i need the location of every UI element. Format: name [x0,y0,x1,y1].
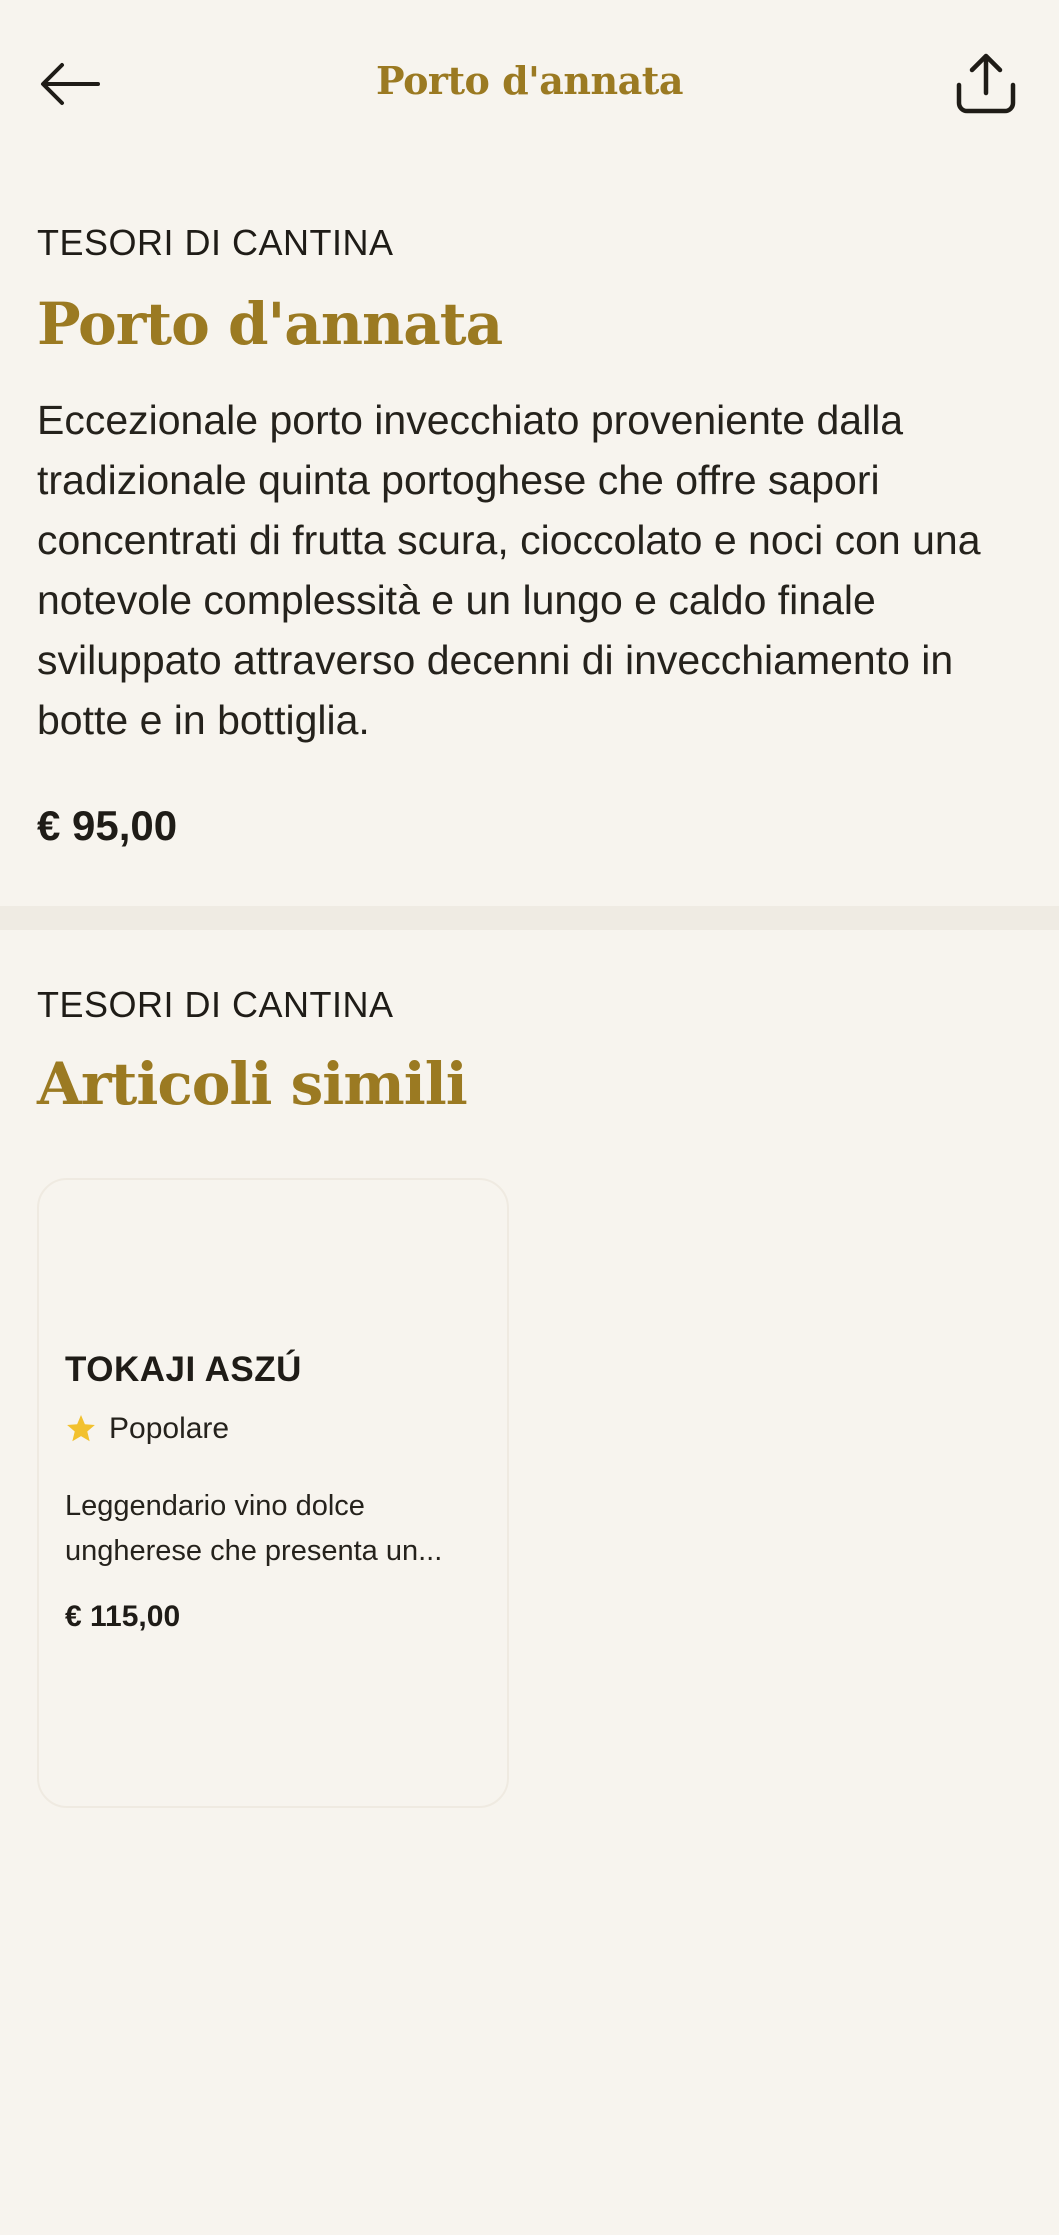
section-divider [0,906,1059,930]
similar-category: TESORI DI CANTINA [37,984,394,1025]
arrow-left-icon [41,63,100,105]
share-icon [956,53,1016,114]
product-name: Porto d'annata [37,290,503,358]
nav-title: Porto d'annata [376,58,683,103]
product-details: TESORI DI CANTINA [37,222,1022,264]
star-icon [67,1415,95,1442]
top-bar: Porto d'annata [0,0,1059,170]
product-price: € 95,00 [37,802,178,849]
similar-title: Articoli simili [37,1050,468,1118]
badge-label: Popolare [109,1412,230,1445]
share-button[interactable] [950,48,1022,120]
similar-item-description: Leggendario vino dolce ungherese che pre… [65,1490,443,1567]
product-category: TESORI DI CANTINA [37,222,394,263]
back-button[interactable] [34,52,106,116]
popular-badge: Popolare [65,1412,229,1446]
similar-item-card[interactable]: TOKAJI ASZÚ Popolare Leggendario vino do… [37,1178,509,1808]
similar-item-price: € 115,00 [65,1600,181,1633]
similar-item-name: TOKAJI ASZÚ [65,1350,302,1389]
product-description: Eccezionale porto invecchiato provenient… [37,397,981,743]
